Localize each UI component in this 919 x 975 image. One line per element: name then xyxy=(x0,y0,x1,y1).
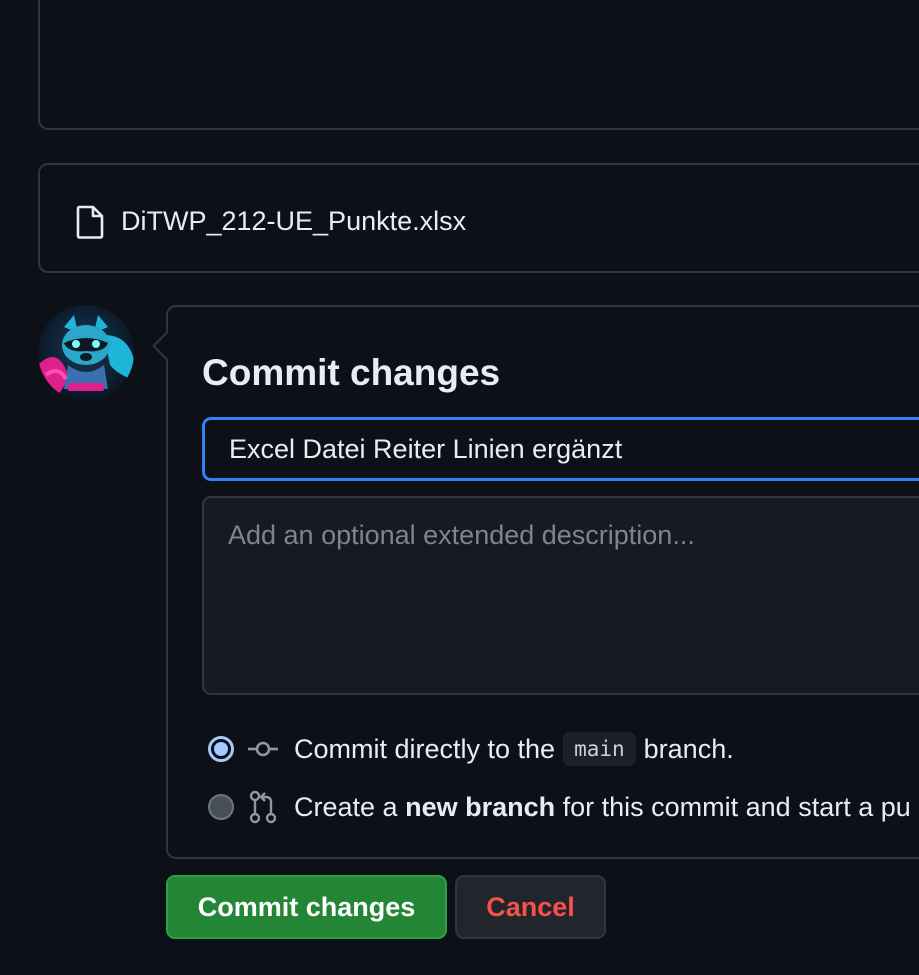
user-avatar[interactable] xyxy=(38,305,134,401)
uploaded-file-row: DiTWP_212-UE_Punkte.xlsx xyxy=(38,163,919,273)
panel-caret-fill xyxy=(155,333,168,359)
file-icon xyxy=(76,205,104,239)
commit-panel: Commit changes Commit directly to the ma… xyxy=(166,305,919,859)
git-commit-icon xyxy=(246,732,280,766)
new-branch-suffix: for this commit and start a pu xyxy=(562,791,911,822)
cancel-button[interactable]: Cancel xyxy=(455,875,606,939)
new-branch-bold: new branch xyxy=(405,791,556,822)
commit-direct-prefix: Commit directly to the xyxy=(294,733,556,764)
commit-direct-suffix: branch. xyxy=(643,733,734,764)
git-pull-request-icon xyxy=(246,790,280,824)
commit-page: DiTWP_212-UE_Punkte.xlsx Commit changes … xyxy=(0,0,919,975)
new-branch-option[interactable]: Create a new branch for this commit and … xyxy=(208,789,911,825)
commit-summary-input[interactable] xyxy=(202,417,919,481)
commit-direct-radio[interactable] xyxy=(208,736,234,762)
commit-description-textarea[interactable] xyxy=(202,496,919,695)
commit-direct-option[interactable]: Commit directly to the main branch. xyxy=(208,731,734,767)
branch-name-badge: main xyxy=(563,732,636,766)
commit-panel-title: Commit changes xyxy=(202,352,501,393)
new-branch-prefix: Create a xyxy=(294,791,398,822)
previous-panel xyxy=(38,0,919,130)
file-name: DiTWP_212-UE_Punkte.xlsx xyxy=(121,206,467,236)
new-branch-radio[interactable] xyxy=(208,794,234,820)
commit-changes-button[interactable]: Commit changes xyxy=(166,875,447,939)
